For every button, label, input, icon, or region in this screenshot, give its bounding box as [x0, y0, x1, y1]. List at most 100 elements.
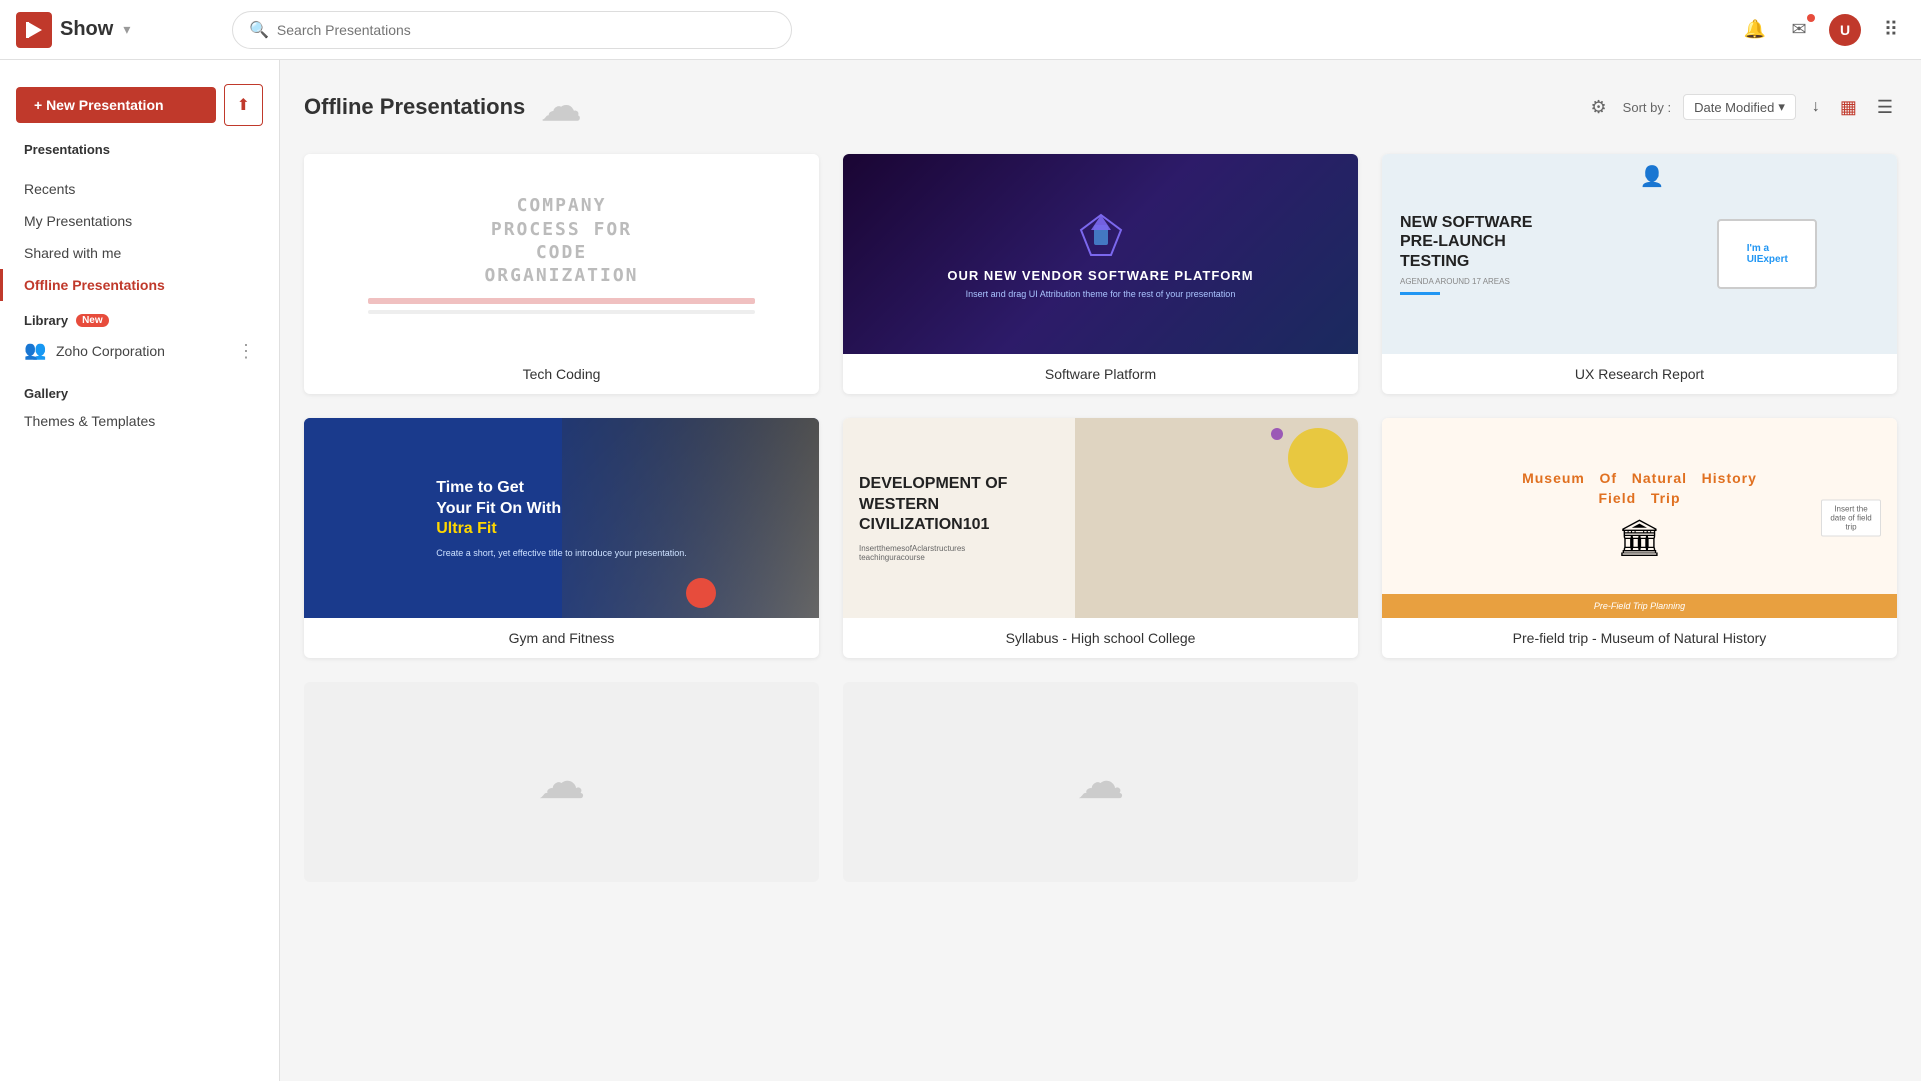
settings-icon[interactable]: ⚙: [1587, 93, 1611, 122]
presentation-card-gym-fitness[interactable]: Time to GetYour Fit On WithUltra Fit Cre…: [304, 418, 819, 658]
syllabus-circle-accent: [1288, 428, 1348, 488]
sort-option-label: Date Modified: [1694, 100, 1774, 115]
offline-label: Offline Presentations: [24, 277, 165, 293]
upload-button[interactable]: ⬆: [224, 84, 263, 126]
card-thumbnail: DEVELOPMENT OFWESTERNCIVILIZATION101 Ins…: [843, 418, 1358, 618]
ux-left-panel: NEW SOFTWAREPRE-LAUNCHTESTING AGENDA ARO…: [1392, 205, 1648, 303]
museum-footer-text: Pre-Field Trip Planning: [1594, 601, 1685, 611]
library-more-icon[interactable]: ⋮: [237, 341, 255, 362]
new-presentation-button[interactable]: + New Presentation: [16, 87, 216, 123]
sidebar-item-shared-with-me[interactable]: Shared with me: [0, 237, 279, 269]
ux-heading: NEW SOFTWAREPRE-LAUNCHTESTING: [1400, 213, 1640, 271]
card-title: Software Platform: [843, 354, 1358, 394]
software-thumb-subtitle: Insert and drag UI Attribution theme for…: [966, 289, 1236, 299]
mail-badge: [1807, 14, 1815, 22]
sidebar-item-recents[interactable]: Recents: [0, 173, 279, 205]
presentation-card-museum[interactable]: Museum Of Natural HistoryField Trip 🏛 In…: [1382, 418, 1897, 658]
museum-building-icon: 🏛: [1617, 517, 1663, 559]
app-logo-icon[interactable]: [16, 12, 52, 48]
card-thumbnail: 👤 NEW SOFTWAREPRE-LAUNCHTESTING AGENDA A…: [1382, 154, 1897, 354]
sidebar: + New Presentation ⬆ Presentations Recen…: [0, 60, 280, 1081]
syllabus-dot-accent: [1271, 428, 1283, 440]
sidebar-item-offline-presentations[interactable]: Offline Presentations: [0, 269, 279, 301]
sidebar-item-themes-templates[interactable]: Themes & Templates: [0, 405, 279, 437]
sort-dropdown-caret: ▾: [1778, 99, 1785, 115]
sort-label: Sort by :: [1623, 100, 1671, 115]
offline-cloud-icon: ☁: [541, 84, 581, 130]
sidebar-item-zoho-corp[interactable]: 👥 Zoho Corporation ⋮: [0, 332, 279, 370]
gym-text: Time to GetYour Fit On WithUltra Fit Cre…: [420, 462, 702, 574]
my-presentations-label: My Presentations: [24, 213, 132, 229]
ux-accent-line: [1400, 292, 1440, 295]
gym-circle-accent: [686, 578, 716, 608]
nav-actions: 🔔 ✉ U ⠿: [1741, 14, 1905, 46]
presentation-card-ux-research[interactable]: 👤 NEW SOFTWAREPRE-LAUNCHTESTING AGENDA A…: [1382, 154, 1897, 394]
card-thumbnail: COMPANYPROCESS FORCODEORGANIZATION: [304, 154, 819, 354]
notification-icon[interactable]: 🔔: [1741, 16, 1769, 44]
content-actions: ⚙ Sort by : Date Modified ▾ ↓ ▦ ☰: [1587, 93, 1897, 122]
page-title: Offline Presentations: [304, 94, 525, 120]
app-name: Show: [60, 18, 113, 41]
apps-grid-icon[interactable]: ⠿: [1877, 16, 1905, 44]
library-new-badge: New: [76, 314, 109, 327]
gallery-section-header: Gallery: [0, 370, 279, 405]
logo-area: Show ▾: [16, 12, 216, 48]
thumb-tech-line: [368, 310, 754, 314]
search-input[interactable]: [277, 22, 775, 38]
card-title: UX Research Report: [1382, 354, 1897, 394]
presentations-section-title: Presentations: [24, 142, 255, 157]
presentations-section: Presentations: [0, 134, 279, 173]
content-area: Offline Presentations ☁ ⚙ Sort by : Date…: [280, 60, 1921, 1081]
card-title: Pre-field trip - Museum of Natural Histo…: [1382, 618, 1897, 658]
mail-icon[interactable]: ✉: [1785, 16, 1813, 44]
card-title: Tech Coding: [304, 354, 819, 394]
card-thumbnail: Museum Of Natural HistoryField Trip 🏛 In…: [1382, 418, 1897, 618]
themes-templates-label: Themes & Templates: [24, 413, 155, 429]
gym-sub: Create a short, yet effective title to i…: [436, 548, 686, 558]
library-section-title: Library: [24, 313, 68, 328]
syllabus-text: DEVELOPMENT OFWESTERNCIVILIZATION101 Ins…: [843, 458, 1358, 578]
sort-dropdown[interactable]: Date Modified ▾: [1683, 94, 1796, 120]
card-title: Gym and Fitness: [304, 618, 819, 658]
empty-slots-row: ☁ ☁: [304, 682, 1897, 882]
main-layout: + New Presentation ⬆ Presentations Recen…: [0, 60, 1921, 1081]
search-bar[interactable]: 🔍: [232, 11, 792, 49]
empty-slot-2: ☁: [843, 682, 1358, 882]
presentation-card-software-platform[interactable]: OUR NEW VENDOR SOFTWARE PLATFORM Insert …: [843, 154, 1358, 394]
software-logo-svg: [1076, 210, 1126, 260]
grid-view-button[interactable]: ▦: [1836, 93, 1861, 122]
ux-mockup-text: I'm aUIExpert: [1747, 243, 1788, 265]
upload-icon: ⬆: [237, 95, 250, 115]
gallery-section-title: Gallery: [24, 386, 68, 401]
ux-right-panel: I'm aUIExpert: [1648, 219, 1888, 289]
gym-heading: Time to GetYour Fit On WithUltra Fit: [436, 478, 686, 540]
sort-direction-button[interactable]: ↓: [1808, 94, 1824, 120]
museum-note: Insert the date of field trip: [1821, 500, 1881, 537]
card-title: Syllabus - High school College: [843, 618, 1358, 658]
user-avatar[interactable]: U: [1829, 14, 1861, 46]
envelope-icon: ✉: [1791, 19, 1806, 40]
museum-title: Museum Of Natural HistoryField Trip: [1522, 469, 1757, 508]
library-org-icon: 👥: [24, 340, 46, 362]
card-thumbnail: Time to GetYour Fit On WithUltra Fit Cre…: [304, 418, 819, 618]
ux-icon: 👤: [1640, 164, 1665, 189]
recents-label: Recents: [24, 181, 75, 197]
content-title-area: Offline Presentations ☁: [304, 84, 1571, 130]
ux-mockup: I'm aUIExpert: [1717, 219, 1817, 289]
syllabus-sub: InsertthemesofAclarstructuresteachingura…: [859, 544, 1342, 562]
presentations-grid: COMPANYPROCESS FORCODEORGANIZATION Tech …: [304, 154, 1897, 658]
empty-cloud-icon-2: ☁: [1077, 754, 1125, 810]
presentation-card-tech-coding[interactable]: COMPANYPROCESS FORCODEORGANIZATION Tech …: [304, 154, 819, 394]
sidebar-item-my-presentations[interactable]: My Presentations: [0, 205, 279, 237]
empty-cloud-icon-1: ☁: [538, 754, 586, 810]
empty-slot-3: [1382, 682, 1897, 882]
library-org-label: Zoho Corporation: [56, 343, 227, 359]
search-icon: 🔍: [249, 20, 269, 40]
empty-slot-1: ☁: [304, 682, 819, 882]
app-dropdown-caret[interactable]: ▾: [123, 21, 130, 38]
ux-sub: AGENDA AROUND 17 AREAS: [1400, 277, 1640, 286]
museum-footer: Pre-Field Trip Planning: [1382, 594, 1897, 618]
presentation-card-syllabus[interactable]: DEVELOPMENT OFWESTERNCIVILIZATION101 Ins…: [843, 418, 1358, 658]
library-section-header: Library New: [0, 301, 279, 332]
list-view-button[interactable]: ☰: [1873, 93, 1897, 122]
